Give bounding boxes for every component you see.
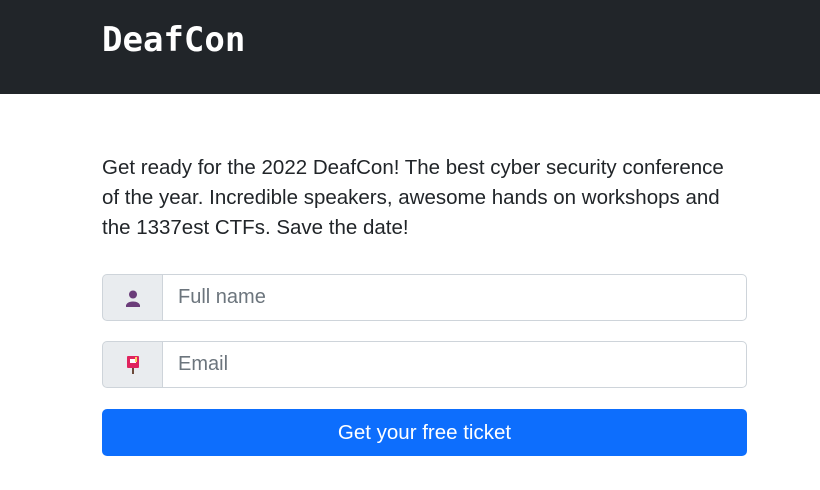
postbox-icon — [102, 341, 162, 388]
email-input-group — [102, 341, 747, 388]
get-ticket-button[interactable]: Get your free ticket — [102, 409, 747, 456]
full-name-field[interactable] — [162, 274, 747, 321]
person-icon — [102, 274, 162, 321]
email-field[interactable] — [162, 341, 747, 388]
navbar: DeafCon — [0, 0, 820, 94]
brand-logo[interactable]: DeafCon — [102, 20, 245, 60]
name-input-group — [102, 274, 747, 321]
intro-text: Get ready for the 2022 DeafCon! The best… — [102, 156, 724, 239]
